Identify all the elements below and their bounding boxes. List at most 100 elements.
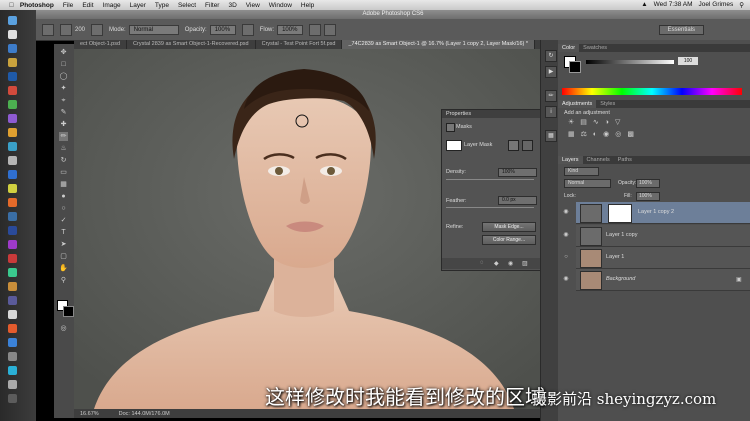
menu-view[interactable]: View bbox=[246, 2, 260, 9]
dock-app-icon[interactable] bbox=[8, 58, 17, 67]
layer-row[interactable]: Layer 1 copy bbox=[576, 225, 750, 247]
dock-app-icon[interactable] bbox=[8, 268, 17, 277]
dock-app-icon[interactable] bbox=[8, 128, 17, 137]
add-pixel-mask-icon[interactable] bbox=[508, 140, 519, 151]
zoom-tool-icon[interactable]: ⚲ bbox=[59, 276, 68, 285]
feather-field[interactable]: 0.0 px bbox=[498, 196, 537, 205]
dock-app-icon[interactable] bbox=[8, 142, 17, 151]
levels-icon[interactable]: ▤ bbox=[580, 119, 593, 126]
layer-row-selected[interactable]: Layer 1 copy 2 bbox=[576, 202, 750, 224]
layer-row[interactable]: Layer 1 bbox=[576, 247, 750, 269]
pen-tool-icon[interactable]: ✓ bbox=[59, 216, 68, 225]
gradient-tool-icon[interactable]: ▦ bbox=[59, 180, 68, 189]
layer-mask-thumbnail[interactable] bbox=[608, 204, 632, 223]
gray-value-field[interactable]: 100 bbox=[678, 57, 698, 65]
dock-app-icon[interactable] bbox=[8, 100, 17, 109]
menu-edit[interactable]: Edit bbox=[82, 2, 93, 9]
brush-tool-icon[interactable]: ✏ bbox=[59, 132, 68, 141]
quick-select-tool-icon[interactable]: ✦ bbox=[59, 84, 68, 93]
brush-panel-toggle-icon[interactable] bbox=[91, 23, 104, 36]
menu-file[interactable]: File bbox=[63, 2, 73, 9]
menu-select[interactable]: Select bbox=[178, 2, 196, 9]
shape-tool-icon[interactable]: ▢ bbox=[59, 252, 68, 261]
dock-app-icon[interactable] bbox=[8, 324, 17, 333]
hue-sat-icon[interactable]: ▦ bbox=[568, 131, 581, 138]
layer-opacity-field[interactable]: 100% bbox=[636, 179, 660, 188]
menu-help[interactable]: Help bbox=[301, 2, 314, 9]
blur-tool-icon[interactable]: ● bbox=[59, 192, 68, 201]
dock-app-icon[interactable] bbox=[8, 338, 17, 347]
dock-app-icon[interactable] bbox=[8, 296, 17, 305]
gray-slider[interactable] bbox=[586, 60, 674, 64]
menu-3d[interactable]: 3D bbox=[228, 2, 236, 9]
eye-icon[interactable]: ○ bbox=[561, 247, 571, 268]
airbrush-icon[interactable] bbox=[309, 23, 322, 36]
dock-app-icon[interactable] bbox=[8, 170, 17, 179]
dock-app-icon[interactable] bbox=[8, 310, 17, 319]
dock-app-icon[interactable] bbox=[8, 44, 17, 53]
user-name[interactable]: Joel Grimes bbox=[699, 1, 734, 9]
dock-app-icon[interactable] bbox=[8, 212, 17, 221]
flow-field[interactable]: 100% bbox=[277, 24, 304, 35]
dock-app-icon[interactable] bbox=[8, 240, 17, 249]
add-vector-mask-icon[interactable] bbox=[522, 140, 533, 151]
quick-mask-icon[interactable]: ◎ bbox=[59, 324, 68, 333]
actions-panel-icon[interactable]: ▶ bbox=[545, 66, 557, 78]
menu-app-name[interactable]: Photoshop bbox=[20, 2, 54, 9]
dock-app-icon[interactable] bbox=[8, 394, 17, 403]
curves-icon[interactable]: ∿ bbox=[593, 119, 605, 126]
menu-filter[interactable]: Filter bbox=[205, 2, 219, 9]
eye-icon[interactable]: ◉ bbox=[561, 202, 571, 223]
healing-tool-icon[interactable]: ✚ bbox=[59, 120, 68, 129]
density-slider[interactable] bbox=[446, 179, 534, 180]
doc-tab-active[interactable]: _74C2839 as Smart Object-1 @ 16.7% (Laye… bbox=[342, 40, 536, 49]
dock-app-icon[interactable] bbox=[8, 254, 17, 263]
type-tool-icon[interactable]: T bbox=[59, 228, 68, 237]
path-select-tool-icon[interactable]: ➤ bbox=[59, 240, 68, 249]
opacity-field[interactable]: 100% bbox=[209, 24, 236, 35]
dock-app-icon[interactable] bbox=[8, 352, 17, 361]
brush-panel-icon[interactable]: ✏ bbox=[545, 90, 557, 102]
dock-app-icon[interactable] bbox=[8, 282, 17, 291]
color-lookup-icon[interactable]: ▩ bbox=[627, 131, 640, 138]
tab-styles[interactable]: Styles bbox=[596, 100, 619, 108]
dodge-tool-icon[interactable]: ○ bbox=[59, 204, 68, 213]
tab-layers[interactable]: Layers bbox=[558, 156, 583, 164]
doc-tab[interactable]: Crystal 2839 as Smart Object-1-Recovered… bbox=[127, 40, 256, 49]
color-spectrum-ramp[interactable] bbox=[562, 88, 742, 95]
dock-app-icon[interactable] bbox=[8, 184, 17, 193]
load-selection-icon[interactable]: ◌ bbox=[480, 260, 484, 266]
doc-size[interactable]: Doc: 144.0M/176.0M bbox=[119, 411, 170, 417]
crop-tool-icon[interactable]: ⌖ bbox=[59, 96, 68, 105]
color-balance-icon[interactable]: ⚖ bbox=[581, 131, 593, 138]
properties-title[interactable]: Properties bbox=[442, 110, 541, 118]
photo-filter-icon[interactable]: ◉ bbox=[603, 131, 615, 138]
eyedropper-tool-icon[interactable]: ✎ bbox=[59, 108, 68, 117]
brightness-icon[interactable]: ☀ bbox=[568, 119, 580, 126]
dock-app-icon[interactable] bbox=[8, 16, 17, 25]
workspace-switcher[interactable]: Essentials bbox=[658, 25, 704, 35]
lasso-tool-icon[interactable]: ◯ bbox=[59, 72, 68, 81]
hand-tool-icon[interactable]: ✋ bbox=[59, 264, 68, 273]
blend-mode-select[interactable]: Normal bbox=[564, 179, 611, 188]
menu-image[interactable]: Image bbox=[103, 2, 121, 9]
bw-icon[interactable]: ◐ bbox=[593, 131, 603, 138]
tab-channels[interactable]: Channels bbox=[583, 156, 614, 164]
mode-select[interactable]: Normal bbox=[128, 24, 179, 35]
apply-mask-icon[interactable]: ◆ bbox=[494, 260, 499, 267]
dock-app-icon[interactable] bbox=[8, 30, 17, 39]
dock-app-icon[interactable] bbox=[8, 380, 17, 389]
background-color-swatch[interactable] bbox=[63, 306, 74, 317]
properties-panel-icon[interactable]: ▦ bbox=[545, 130, 557, 142]
wifi-icon[interactable]: ▲ bbox=[641, 1, 647, 9]
eraser-tool-icon[interactable]: ▭ bbox=[59, 168, 68, 177]
dock-app-icon[interactable] bbox=[8, 72, 17, 81]
eye-icon[interactable]: ◉ bbox=[561, 225, 571, 246]
tab-color[interactable]: Color bbox=[558, 44, 580, 52]
mask-thumbnail[interactable] bbox=[446, 140, 462, 151]
tab-swatches[interactable]: Swatches bbox=[579, 44, 611, 52]
fill-field[interactable]: 100% bbox=[636, 192, 660, 201]
doc-tab[interactable]: ect Object-1.psd bbox=[74, 40, 128, 49]
toggle-mask-icon[interactable]: ◉ bbox=[508, 260, 513, 267]
stamp-tool-icon[interactable]: ♨ bbox=[59, 144, 68, 153]
